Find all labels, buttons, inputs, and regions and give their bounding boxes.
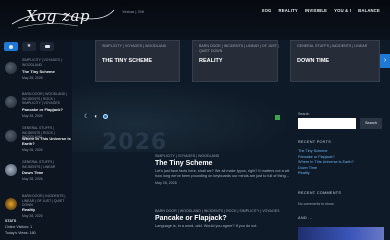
recent-posts-list: The Tiny Scheme Pancake or Flapjack? Whe… [298, 149, 354, 177]
hero-year: 2026 [102, 130, 168, 155]
list-item[interactable]: GENERAL STUFFS | INCIDENTS | ROCK | WOOD… [4, 126, 72, 160]
post-title[interactable]: Where In This Universe is Earth? [22, 136, 72, 147]
article-excerpt: Let's just face facts here, shall we? We… [155, 169, 290, 178]
light-mode-icon[interactable] [103, 114, 109, 119]
list-item[interactable]: SIMPLICITY | VOYAGES | WOODLAND The Tiny… [4, 58, 72, 92]
tab-comments[interactable] [40, 42, 54, 51]
left-sidebar: ★ SIMPLICITY | VOYAGES | WOODLAND The Ti… [0, 40, 72, 240]
article-card: SIMPLICITY | VOYAGES | WOODLAND The Tiny… [155, 154, 295, 185]
search-label: Search [298, 112, 310, 116]
post-title[interactable]: The Tiny Scheme [22, 69, 72, 75]
nav-item-xog[interactable]: XOG [262, 8, 272, 13]
recent-posts-heading: RECENT POSTS [298, 140, 332, 144]
slide-card[interactable]: GENERAL STUFFS | INCIDENTS | LINEAR DOWN… [290, 40, 380, 82]
post-thumbnail[interactable] [5, 62, 17, 74]
article-title[interactable]: The Tiny Scheme [155, 160, 295, 167]
tab-recent[interactable] [4, 42, 18, 51]
hero-banner: ☾ ◐ 2026 [72, 82, 292, 155]
post-title[interactable]: Pancake or Flapjack? [22, 107, 72, 113]
post-thumbnail[interactable] [5, 198, 17, 210]
post-thumbnail[interactable] [5, 164, 17, 176]
slide-title[interactable]: REALITY [199, 58, 223, 64]
post-date: May 28, 2026 [22, 76, 43, 80]
post-date: May 28, 2026 [22, 177, 43, 181]
post-categories: BARN DOOR | WOODLAND | INCIDENTS | ROCK … [22, 92, 68, 106]
top-navigation: XOG REALITY INVISIBLE YOU & I BALANCE [262, 8, 380, 13]
slide-categories: SIMPLICITY | VOYAGES | WOODLAND [102, 44, 167, 48]
site-logo[interactable]: Xog zap [8, 2, 116, 34]
slide-title[interactable]: THE TINY SCHEME [102, 58, 152, 64]
post-title[interactable]: Down Time [22, 170, 72, 176]
slide-title[interactable]: DOWN TIME [297, 58, 329, 64]
post-categories: GENERAL STUFFS | INCIDENTS | LINEAR [22, 160, 56, 169]
recent-post-link[interactable]: Reality [298, 171, 354, 177]
theme-toggle-group: ☾ ◐ [84, 113, 109, 120]
stats-widget: STATS Online Visitors: 1 Today's Views: … [5, 218, 36, 236]
list-item[interactable]: BARN DOOR | WOODLAND | INCIDENTS | ROCK … [4, 92, 72, 126]
featured-slider: ‹ SIMPLICITY | VOYAGES | WOODLAND THE TI… [90, 40, 390, 82]
site-header: Xog zap Yesbar | Gift XOG REALITY INVISI… [0, 0, 390, 40]
slide-card[interactable]: BARN DOOR | INCIDENTS | LINEAR | OF JUST… [192, 40, 279, 82]
post-thumbnail[interactable] [5, 96, 17, 108]
nav-item-reality[interactable]: REALITY [279, 8, 298, 13]
nav-item-invisible[interactable]: INVISIBLE [305, 8, 327, 13]
search-button[interactable]: Search [360, 118, 382, 129]
clock-icon [9, 44, 13, 49]
search-input[interactable] [298, 118, 356, 129]
article-date: May 28, 2026 [155, 181, 177, 185]
no-comments-text: No comments to show. [298, 202, 335, 206]
article-card: BARN DOOR | WOODLAND | INCIDENTS | ROCK … [155, 209, 295, 229]
sidebar-tabs: ★ [4, 42, 54, 51]
article-categories[interactable]: SIMPLICITY | VOYAGES | WOODLAND [155, 154, 295, 159]
article-categories[interactable]: BARN DOOR | WOODLAND | INCIDENTS | ROCK … [155, 209, 295, 214]
slider-next-arrow-icon[interactable]: › [380, 54, 390, 68]
article-excerpt: Language is, in a word, odd. Would you a… [155, 224, 257, 228]
widget-image[interactable] [298, 227, 384, 240]
post-categories: BARN DOOR | INCIDENTS | LINEAR | OF JUST… [22, 194, 66, 208]
sidebar-post-list: SIMPLICITY | VOYAGES | WOODLAND The Tiny… [4, 58, 72, 228]
tab-popular[interactable]: ★ [22, 42, 36, 51]
recent-post-link[interactable]: Where In This Universe is Earth? [298, 160, 354, 166]
post-categories: SIMPLICITY | VOYAGES | WOODLAND [22, 58, 62, 67]
slide-categories: GENERAL STUFFS | INCIDENTS | LINEAR [297, 44, 368, 48]
site-tagline: Yesbar | Gift [122, 9, 144, 14]
article-title[interactable]: Pancake or Flapjack? [155, 215, 295, 222]
post-date: May 28, 2026 [22, 148, 43, 152]
slide-categories: BARN DOOR | INCIDENTS | LINEAR | OF JUST… [199, 44, 279, 53]
logo-text: Xog zap [26, 7, 91, 25]
contrast-icon[interactable]: ◐ [94, 114, 98, 120]
post-date: May 28, 2026 [22, 114, 43, 118]
moon-icon[interactable]: ☾ [84, 113, 89, 120]
post-title[interactable]: Reality [22, 207, 72, 213]
archive-heading: AND … [298, 216, 313, 220]
stats-todays-views: Today's Views: 180 [5, 231, 36, 235]
comment-icon [44, 44, 50, 49]
nav-item-balance[interactable]: BALANCE [358, 8, 380, 13]
post-thumbnail[interactable] [5, 130, 17, 142]
list-item[interactable]: GENERAL STUFFS | INCIDENTS | LINEAR Down… [4, 160, 72, 194]
status-indicator-icon [275, 115, 280, 120]
slide-card[interactable]: SIMPLICITY | VOYAGES | WOODLAND THE TINY… [95, 40, 180, 82]
nav-item-you-and-i[interactable]: YOU & I [334, 8, 351, 13]
recent-comments-heading: RECENT COMMENTS [298, 191, 342, 195]
right-sidebar: Search Search RECENT POSTS The Tiny Sche… [294, 110, 390, 240]
star-icon: ★ [26, 43, 32, 49]
